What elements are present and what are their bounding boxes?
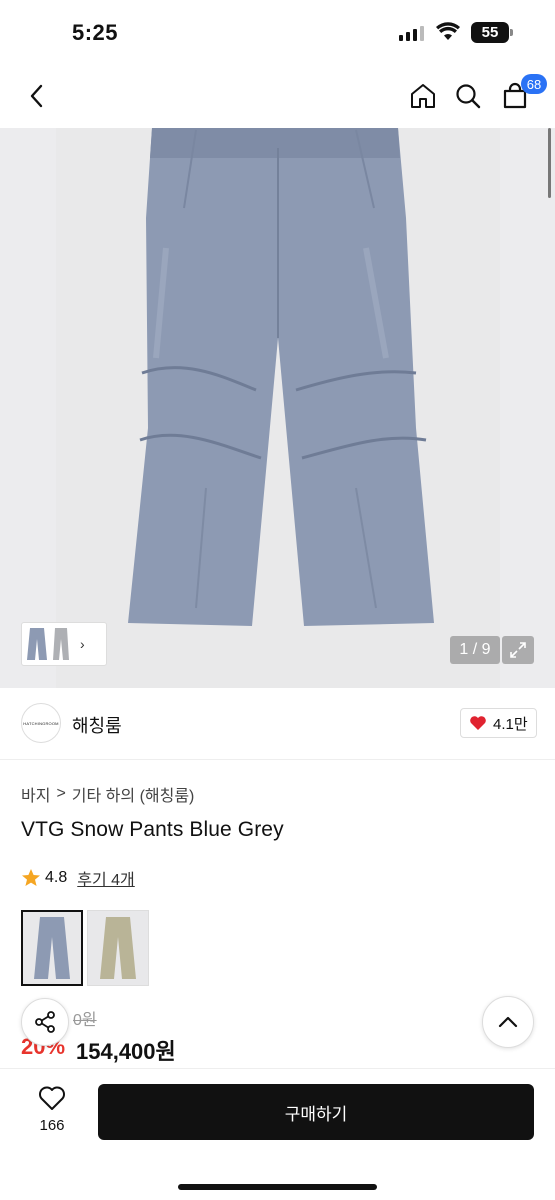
shop-name[interactable]: 해칭룸 bbox=[72, 712, 122, 738]
cart-button[interactable]: 68 bbox=[495, 74, 547, 116]
chevron-right-icon: › bbox=[80, 636, 85, 652]
home-button[interactable] bbox=[403, 76, 443, 116]
shop-logo[interactable]: HATCHINGROOM bbox=[21, 703, 61, 743]
home-icon bbox=[411, 84, 435, 108]
shop-row[interactable]: HATCHINGROOM 해칭룸 4.1만 bbox=[0, 688, 555, 760]
price-area: 0원 20% 154,400원 bbox=[21, 1004, 541, 1064]
expand-image-button[interactable] bbox=[502, 636, 534, 664]
gallery-thumbnail-strip[interactable]: › bbox=[21, 622, 107, 666]
wifi-icon bbox=[436, 22, 460, 47]
thumb-blue-pants bbox=[27, 628, 47, 660]
product-photo bbox=[56, 128, 500, 688]
heart-filled-icon bbox=[470, 716, 486, 730]
color-options bbox=[21, 910, 149, 986]
cart-count-badge: 68 bbox=[521, 74, 547, 94]
breadcrumb-subcategory[interactable]: 기타 하의 (해칭룸) bbox=[72, 782, 195, 806]
status-bar: 5:25 55 bbox=[0, 0, 555, 66]
product-title: VTG Snow Pants Blue Grey bbox=[21, 818, 284, 841]
reviews-link[interactable]: 후기 4개 bbox=[77, 866, 135, 890]
signal-icon bbox=[399, 25, 424, 41]
search-button[interactable] bbox=[448, 76, 488, 116]
search-icon bbox=[456, 84, 481, 109]
home-indicator bbox=[178, 1184, 377, 1190]
rating-value: 4.8 bbox=[45, 869, 68, 886]
scroll-indicator bbox=[548, 128, 551, 198]
final-price: 154,400원 bbox=[76, 1039, 176, 1064]
rating-row: 4.8 후기 4개 bbox=[21, 866, 135, 890]
back-icon bbox=[30, 84, 43, 108]
heart-outline-icon bbox=[39, 1086, 65, 1110]
like-button[interactable]: 4.1만 bbox=[460, 708, 537, 738]
blue-pants-swatch bbox=[34, 917, 70, 979]
wishlist-count: 166 bbox=[39, 1117, 65, 1134]
like-count: 4.1만 bbox=[493, 715, 528, 733]
color-option-blue-grey[interactable] bbox=[21, 910, 83, 986]
expand-icon bbox=[510, 642, 526, 658]
scroll-top-button[interactable] bbox=[482, 996, 534, 1048]
color-option-beige[interactable] bbox=[87, 910, 149, 986]
back-button[interactable] bbox=[16, 76, 56, 116]
beige-pants-swatch bbox=[100, 917, 136, 979]
share-icon bbox=[35, 1011, 55, 1033]
original-price: 0원 bbox=[73, 1012, 97, 1029]
star-icon bbox=[22, 869, 40, 886]
shop-logo-text: HATCHINGROOM bbox=[23, 720, 59, 726]
bottom-action-bar: 166 구매하기 bbox=[0, 1068, 555, 1200]
battery-icon: 55 bbox=[471, 22, 513, 43]
share-button[interactable] bbox=[21, 998, 69, 1046]
thumb-grey-pants bbox=[53, 628, 69, 660]
breadcrumb: 바지 > 기타 하의 (해칭룸) bbox=[21, 782, 194, 806]
buy-button[interactable]: 구매하기 bbox=[98, 1084, 534, 1140]
wishlist-button[interactable]: 166 bbox=[22, 1085, 82, 1145]
product-image-gallery[interactable]: › 1 / 9 bbox=[0, 128, 555, 688]
image-page-counter: 1 / 9 bbox=[450, 636, 500, 664]
breadcrumb-separator: > bbox=[56, 785, 66, 802]
chevron-up-icon bbox=[498, 1016, 518, 1028]
breadcrumb-category[interactable]: 바지 bbox=[21, 782, 50, 806]
status-time: 5:25 bbox=[72, 20, 119, 45]
nav-bar: 68 bbox=[0, 66, 555, 128]
